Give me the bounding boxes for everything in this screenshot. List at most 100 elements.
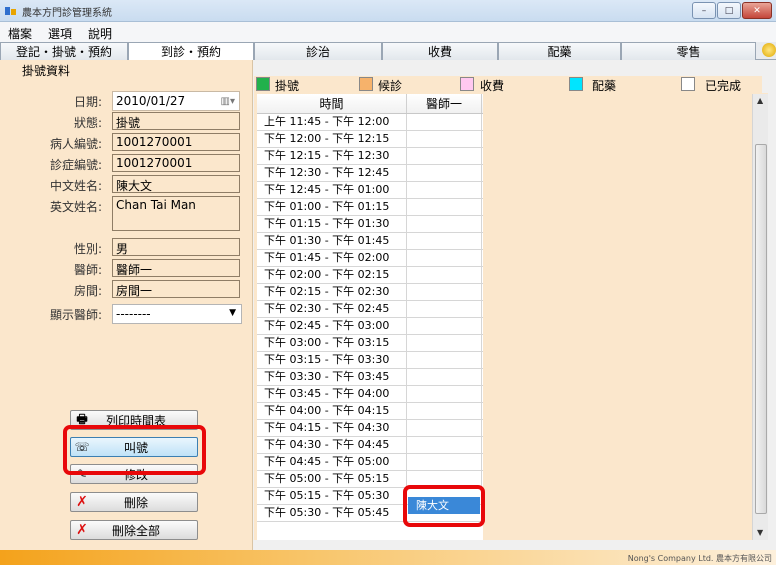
minimize-button[interactable]: – xyxy=(692,2,716,19)
calendar-icon[interactable]: ▥▾ xyxy=(221,96,235,107)
tab-scroll-icon[interactable] xyxy=(762,43,776,57)
tab-retail[interactable]: 零售 xyxy=(621,42,756,60)
close-button[interactable]: ✕ xyxy=(742,2,772,19)
table-row[interactable]: 下午 04:15 - 下午 04:30 xyxy=(257,420,483,437)
scroll-thumb[interactable] xyxy=(755,144,767,514)
title-bar: 農本方門診管理系統 – □ ✕ xyxy=(0,0,776,22)
tab-registration[interactable]: 登記・掛號・預約 xyxy=(0,42,128,60)
app-icon xyxy=(5,7,16,15)
doctor-slot-cell[interactable] xyxy=(407,131,482,147)
column-doctor-one: 醫師一 xyxy=(407,94,482,113)
chinese-name-label: 中文姓名: xyxy=(49,179,102,193)
menu-help[interactable]: 說明 xyxy=(80,22,120,42)
show-doctor-select[interactable]: -------- ▼ xyxy=(112,304,242,324)
doctor-slot-cell[interactable] xyxy=(407,148,482,164)
time-slot-cell: 下午 03:00 - 下午 03:15 xyxy=(257,335,407,351)
tab-arrival[interactable]: 到診・預約 xyxy=(128,42,254,60)
table-row[interactable]: 下午 01:30 - 下午 01:45 xyxy=(257,233,483,250)
time-slot-cell: 下午 02:45 - 下午 03:00 xyxy=(257,318,407,334)
chinese-name-field: 陳大文 xyxy=(112,175,240,193)
table-row[interactable]: 下午 02:45 - 下午 03:00 xyxy=(257,318,483,335)
time-slot-cell: 下午 02:30 - 下午 02:45 xyxy=(257,301,407,317)
table-row[interactable]: 下午 04:45 - 下午 05:00 xyxy=(257,454,483,471)
time-slot-cell: 上午 11:45 - 下午 12:00 xyxy=(257,114,407,130)
doctor-slot-cell[interactable] xyxy=(407,420,482,436)
time-slot-cell: 下午 12:45 - 下午 01:00 xyxy=(257,182,407,198)
table-row[interactable]: 下午 01:00 - 下午 01:15 xyxy=(257,199,483,216)
delete-button[interactable]: ✗ 刪除 xyxy=(70,492,198,512)
date-picker[interactable]: 2010/01/27 ▥▾ xyxy=(112,91,240,111)
english-name-label: 英文姓名: xyxy=(49,200,102,214)
schedule-header: 時間 醫師一 xyxy=(257,94,483,114)
table-row[interactable]: 下午 01:45 - 下午 02:00 xyxy=(257,250,483,267)
doctor-slot-cell[interactable] xyxy=(407,403,482,419)
status-field: 掛號 xyxy=(112,112,240,130)
doctor-slot-cell[interactable] xyxy=(407,284,482,300)
tab-dispensing[interactable]: 配藥 xyxy=(498,42,621,60)
time-slot-cell: 下午 03:15 - 下午 03:30 xyxy=(257,352,407,368)
doctor-slot-cell[interactable] xyxy=(407,301,482,317)
doctor-slot-cell[interactable] xyxy=(407,318,482,334)
legend-completed: 已完成 xyxy=(705,79,742,93)
table-row[interactable]: 下午 02:15 - 下午 02:30 xyxy=(257,284,483,301)
time-slot-cell: 下午 05:15 - 下午 05:30 xyxy=(257,488,407,504)
doctor-slot-cell[interactable] xyxy=(407,335,482,351)
table-row[interactable]: 上午 11:45 - 下午 12:00 xyxy=(257,114,483,131)
table-row[interactable]: 下午 03:30 - 下午 03:45 xyxy=(257,369,483,386)
delete-all-button[interactable]: ✗ 刪除全部 xyxy=(70,520,198,540)
tab-treatment[interactable]: 診治 xyxy=(254,42,382,60)
table-row[interactable]: 下午 01:15 - 下午 01:30 xyxy=(257,216,483,233)
doctor-slot-cell[interactable] xyxy=(407,199,482,215)
status-bar: Nong's Company Ltd. 農本方有限公司 xyxy=(0,550,776,565)
doctor-slot-cell[interactable] xyxy=(407,216,482,232)
menu-bar: 檔案 選項 說明 xyxy=(0,22,776,42)
tab-billing[interactable]: 收費 xyxy=(382,42,498,60)
table-row[interactable]: 下午 12:15 - 下午 12:30 xyxy=(257,148,483,165)
table-row[interactable]: 下午 12:45 - 下午 01:00 xyxy=(257,182,483,199)
menu-file[interactable]: 檔案 xyxy=(0,22,40,42)
time-slot-cell: 下午 12:00 - 下午 12:15 xyxy=(257,131,407,147)
doctor-slot-cell[interactable] xyxy=(407,437,482,453)
scroll-down-icon[interactable]: ▼ xyxy=(757,528,763,537)
schedule-grid[interactable]: 時間 醫師一 上午 11:45 - 下午 12:00 下午 12:00 - 下午 … xyxy=(257,94,483,540)
table-row[interactable]: 下午 02:30 - 下午 02:45 xyxy=(257,301,483,318)
table-row[interactable]: 下午 03:45 - 下午 04:00 xyxy=(257,386,483,403)
patient-no-field: 1001270001 xyxy=(112,133,240,151)
table-row[interactable]: 下午 12:30 - 下午 12:45 xyxy=(257,165,483,182)
doctor-slot-cell[interactable] xyxy=(407,114,482,130)
doctor-slot-cell[interactable] xyxy=(407,454,482,470)
gender-label: 性別: xyxy=(73,242,102,256)
legend-waiting: 候診 xyxy=(378,79,403,93)
table-row[interactable]: 下午 02:00 - 下午 02:15 xyxy=(257,267,483,284)
doctor-slot-cell[interactable] xyxy=(407,250,482,266)
table-row[interactable]: 下午 04:00 - 下午 04:15 xyxy=(257,403,483,420)
table-row[interactable]: 下午 12:00 - 下午 12:15 xyxy=(257,131,483,148)
time-slot-cell: 下午 04:15 - 下午 04:30 xyxy=(257,420,407,436)
table-row[interactable]: 下午 03:00 - 下午 03:15 xyxy=(257,335,483,352)
time-slot-cell: 下午 01:15 - 下午 01:30 xyxy=(257,216,407,232)
doctor-slot-cell[interactable] xyxy=(407,267,482,283)
legend-swatch-waiting xyxy=(359,77,373,91)
time-slot-cell: 下午 03:45 - 下午 04:00 xyxy=(257,386,407,402)
time-slot-cell: 下午 05:30 - 下午 05:45 xyxy=(257,505,407,521)
doctor-slot-cell[interactable] xyxy=(407,233,482,249)
delete-all-icon: ✗ xyxy=(76,522,88,538)
table-row[interactable]: 下午 04:30 - 下午 04:45 xyxy=(257,437,483,454)
room-label: 房間: xyxy=(73,284,102,298)
time-slot-cell: 下午 01:30 - 下午 01:45 xyxy=(257,233,407,249)
column-time: 時間 xyxy=(257,94,407,113)
vertical-scrollbar[interactable]: ▲ ▼ xyxy=(752,94,768,540)
maximize-button[interactable]: □ xyxy=(717,2,741,19)
window-title: 農本方門診管理系統 xyxy=(22,8,112,19)
menu-options[interactable]: 選項 xyxy=(40,22,80,42)
doctor-slot-cell[interactable] xyxy=(407,352,482,368)
table-row[interactable]: 下午 03:15 - 下午 03:30 xyxy=(257,352,483,369)
date-label: 日期: xyxy=(73,95,102,109)
doctor-slot-cell[interactable] xyxy=(407,182,482,198)
doctor-slot-cell[interactable] xyxy=(407,386,482,402)
doctor-slot-cell[interactable] xyxy=(407,369,482,385)
time-slot-cell: 下午 12:15 - 下午 12:30 xyxy=(257,148,407,164)
doctor-slot-cell[interactable] xyxy=(407,165,482,181)
scroll-up-icon[interactable]: ▲ xyxy=(757,96,763,105)
time-slot-cell: 下午 03:30 - 下午 03:45 xyxy=(257,369,407,385)
